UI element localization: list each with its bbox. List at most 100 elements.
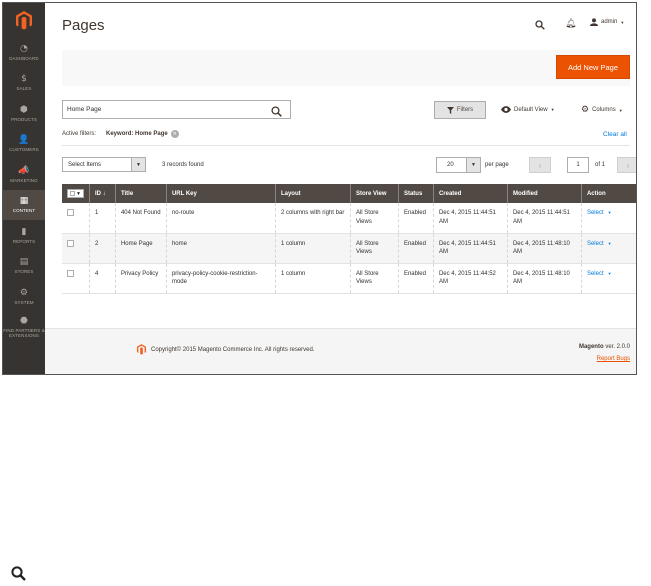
sidebar-item-label: PRODUCTS	[10, 116, 38, 122]
active-filters: Active filters: Keyword: Home Page ✕	[62, 130, 179, 138]
chevron-down-icon: ▼	[550, 107, 555, 112]
row-action-select[interactable]: Select ▼	[587, 271, 612, 277]
gear-icon: ⚙	[19, 287, 29, 298]
sidebar-item-label: FIND PARTNERS & EXTENSIONS	[3, 327, 45, 338]
keyword-search-input[interactable]: Home Page	[62, 100, 291, 119]
cell-layout: 1 column	[274, 233, 351, 264]
chevron-down-icon: ▼	[466, 158, 480, 172]
cell-url-key: no-route	[165, 203, 276, 234]
user-name: admin	[601, 19, 618, 25]
select-all-header[interactable]: ▼	[62, 184, 90, 203]
row-action-select[interactable]: Select ▼	[587, 241, 612, 247]
column-header-created[interactable]: Created	[432, 184, 508, 203]
cell-modified: Dec 4, 2015 11:44:51 AM	[506, 203, 582, 234]
sidebar-item-sales[interactable]: $ SALES	[3, 68, 45, 99]
cell-url-key: privacy-policy-cookie-restriction-mode	[165, 263, 276, 294]
version-info: Magento ver. 2.0.0	[578, 344, 630, 350]
columns-dropdown[interactable]: ⚙ Columns ▼	[581, 105, 623, 115]
table-row[interactable]: 1 404 Not Found no-route 2 columns with rig…	[62, 203, 636, 234]
cell-created: Dec 4, 2015 11:44:52 AM	[432, 263, 508, 294]
row-action-label: Select	[586, 270, 604, 277]
chevron-down-icon: ▼	[607, 210, 612, 215]
column-header-layout[interactable]: Layout	[274, 184, 351, 203]
notifications-bell-icon[interactable]: 🔔︎	[565, 18, 576, 29]
dashboard-icon: ◔	[20, 43, 28, 54]
row-checkbox[interactable]	[67, 239, 74, 247]
column-header-title[interactable]: Title	[114, 184, 167, 203]
cell-status: Enabled	[397, 203, 434, 234]
table-row[interactable]: 4 Privacy Policy privacy-policy-cookie-res…	[62, 263, 636, 294]
chevron-down-icon: ▼	[620, 19, 625, 25]
row-action-select[interactable]: Select ▼	[587, 210, 612, 216]
cell-modified: Dec 4, 2015 11:48:10 AM	[506, 263, 582, 294]
mass-select-checkbox[interactable]: ▼	[67, 189, 84, 198]
row-checkbox[interactable]	[67, 209, 74, 216]
sidebar-item-marketing[interactable]: 📣 MARKETING	[3, 159, 45, 190]
sidebar-item-system[interactable]: ⚙ SYSTEM	[3, 281, 45, 312]
page-title: Pages	[62, 17, 105, 34]
store-icon: ▤	[19, 257, 29, 268]
previous-page-button[interactable]: ‹	[529, 157, 551, 173]
chevron-left-icon: ‹	[538, 160, 542, 170]
remove-filter-icon[interactable]: ✕	[170, 130, 179, 138]
per-page-select[interactable]: 20 ▼	[436, 157, 481, 173]
table-row[interactable]: 2 Home Page home 1 column All Store Views Ena…	[62, 233, 636, 264]
column-header-id[interactable]: ID ↓	[88, 184, 116, 203]
report-bugs-link[interactable]: Report Bugs	[597, 356, 630, 362]
default-view-dropdown[interactable]: Default View ▼	[501, 106, 555, 113]
column-header-modified[interactable]: Modified	[506, 184, 582, 203]
sidebar-item-content[interactable]: ▦ CONTENT	[3, 189, 45, 220]
filter-chip-label: Keyword: Home Page	[106, 131, 168, 137]
filters-button[interactable]: Filters	[434, 101, 486, 119]
cell-title: Home Page	[114, 233, 167, 264]
sidebar-item-customers[interactable]: 👤 CUSTOMERS	[3, 129, 45, 160]
chevron-down-icon: ▼	[618, 107, 623, 113]
next-page-button[interactable]: ›	[617, 157, 636, 173]
eye-icon	[501, 106, 511, 113]
add-new-page-button[interactable]: Add New Page	[556, 55, 630, 79]
person-icon: 👤	[18, 135, 30, 146]
sidebar-item-label: REPORTS	[12, 238, 36, 244]
cell-id: 1	[88, 203, 116, 234]
app-window: ◔ DASHBOARD $ SALES ⬢ PRODUCTS 👤 CUSTOMERS 📣 MARK…	[2, 2, 637, 375]
sidebar-item-label: SYSTEM	[14, 299, 34, 305]
cell-status: Enabled	[397, 233, 434, 264]
row-checkbox[interactable]	[67, 269, 74, 277]
global-search-icon[interactable]	[535, 17, 545, 35]
column-header-store-view[interactable]: Store View	[349, 184, 399, 203]
cell-layout: 2 columns with right bar	[274, 203, 351, 234]
sidebar-item-label: DASHBOARD	[9, 55, 39, 61]
magento-logo-icon	[16, 10, 32, 30]
sidebar-item-find-partners-extensions[interactable]: ⬣ FIND PARTNERS & EXTENSIONS	[3, 312, 45, 343]
search-input-value: Home Page	[67, 106, 102, 113]
filter-chip: Keyword: Home Page ✕	[106, 130, 179, 138]
sidebar-item-products[interactable]: ⬢ PRODUCTS	[3, 98, 45, 129]
sidebar-item-stores[interactable]: ▤ STORES	[3, 251, 45, 282]
sidebar-item-label: MARKETING	[10, 177, 38, 183]
row-select-cell	[62, 203, 90, 234]
zoom-magnifier-icon[interactable]	[11, 566, 26, 586]
sidebar-item-dashboard[interactable]: ◔ DASHBOARD	[3, 37, 45, 68]
clear-all-link[interactable]: Clear all	[603, 131, 627, 138]
column-header-status[interactable]: Status	[397, 184, 434, 203]
page-count: of 1	[595, 162, 606, 168]
cell-modified: Dec 4, 2015 11:48:10 AM	[506, 233, 582, 264]
chevron-right-icon: ›	[626, 160, 630, 170]
page-number-input[interactable]: 1	[567, 157, 589, 173]
search-icon[interactable]	[271, 104, 282, 122]
sidebar-item-label: CUSTOMERS	[9, 147, 39, 153]
puzzle-icon: ⬣	[20, 315, 28, 326]
magento-logo[interactable]	[3, 3, 45, 37]
cell-title: 404 Not Found	[114, 203, 167, 234]
cell-action: Select ▼	[580, 203, 636, 234]
cell-id: 2	[88, 233, 116, 264]
sidebar-item-label: CONTENT	[12, 208, 36, 214]
cell-action: Select ▼	[580, 263, 636, 294]
column-header-url-key[interactable]: URL Key	[165, 184, 276, 203]
sidebar-item-label: SALES	[16, 86, 32, 92]
sidebar-item-reports[interactable]: ▮ REPORTS	[3, 220, 45, 251]
footer	[45, 328, 636, 374]
mass-actions-select[interactable]: Select Items ▼	[62, 157, 146, 172]
chevron-down-icon: ▼	[607, 240, 612, 246]
user-menu[interactable]: admin ▼	[590, 18, 624, 26]
